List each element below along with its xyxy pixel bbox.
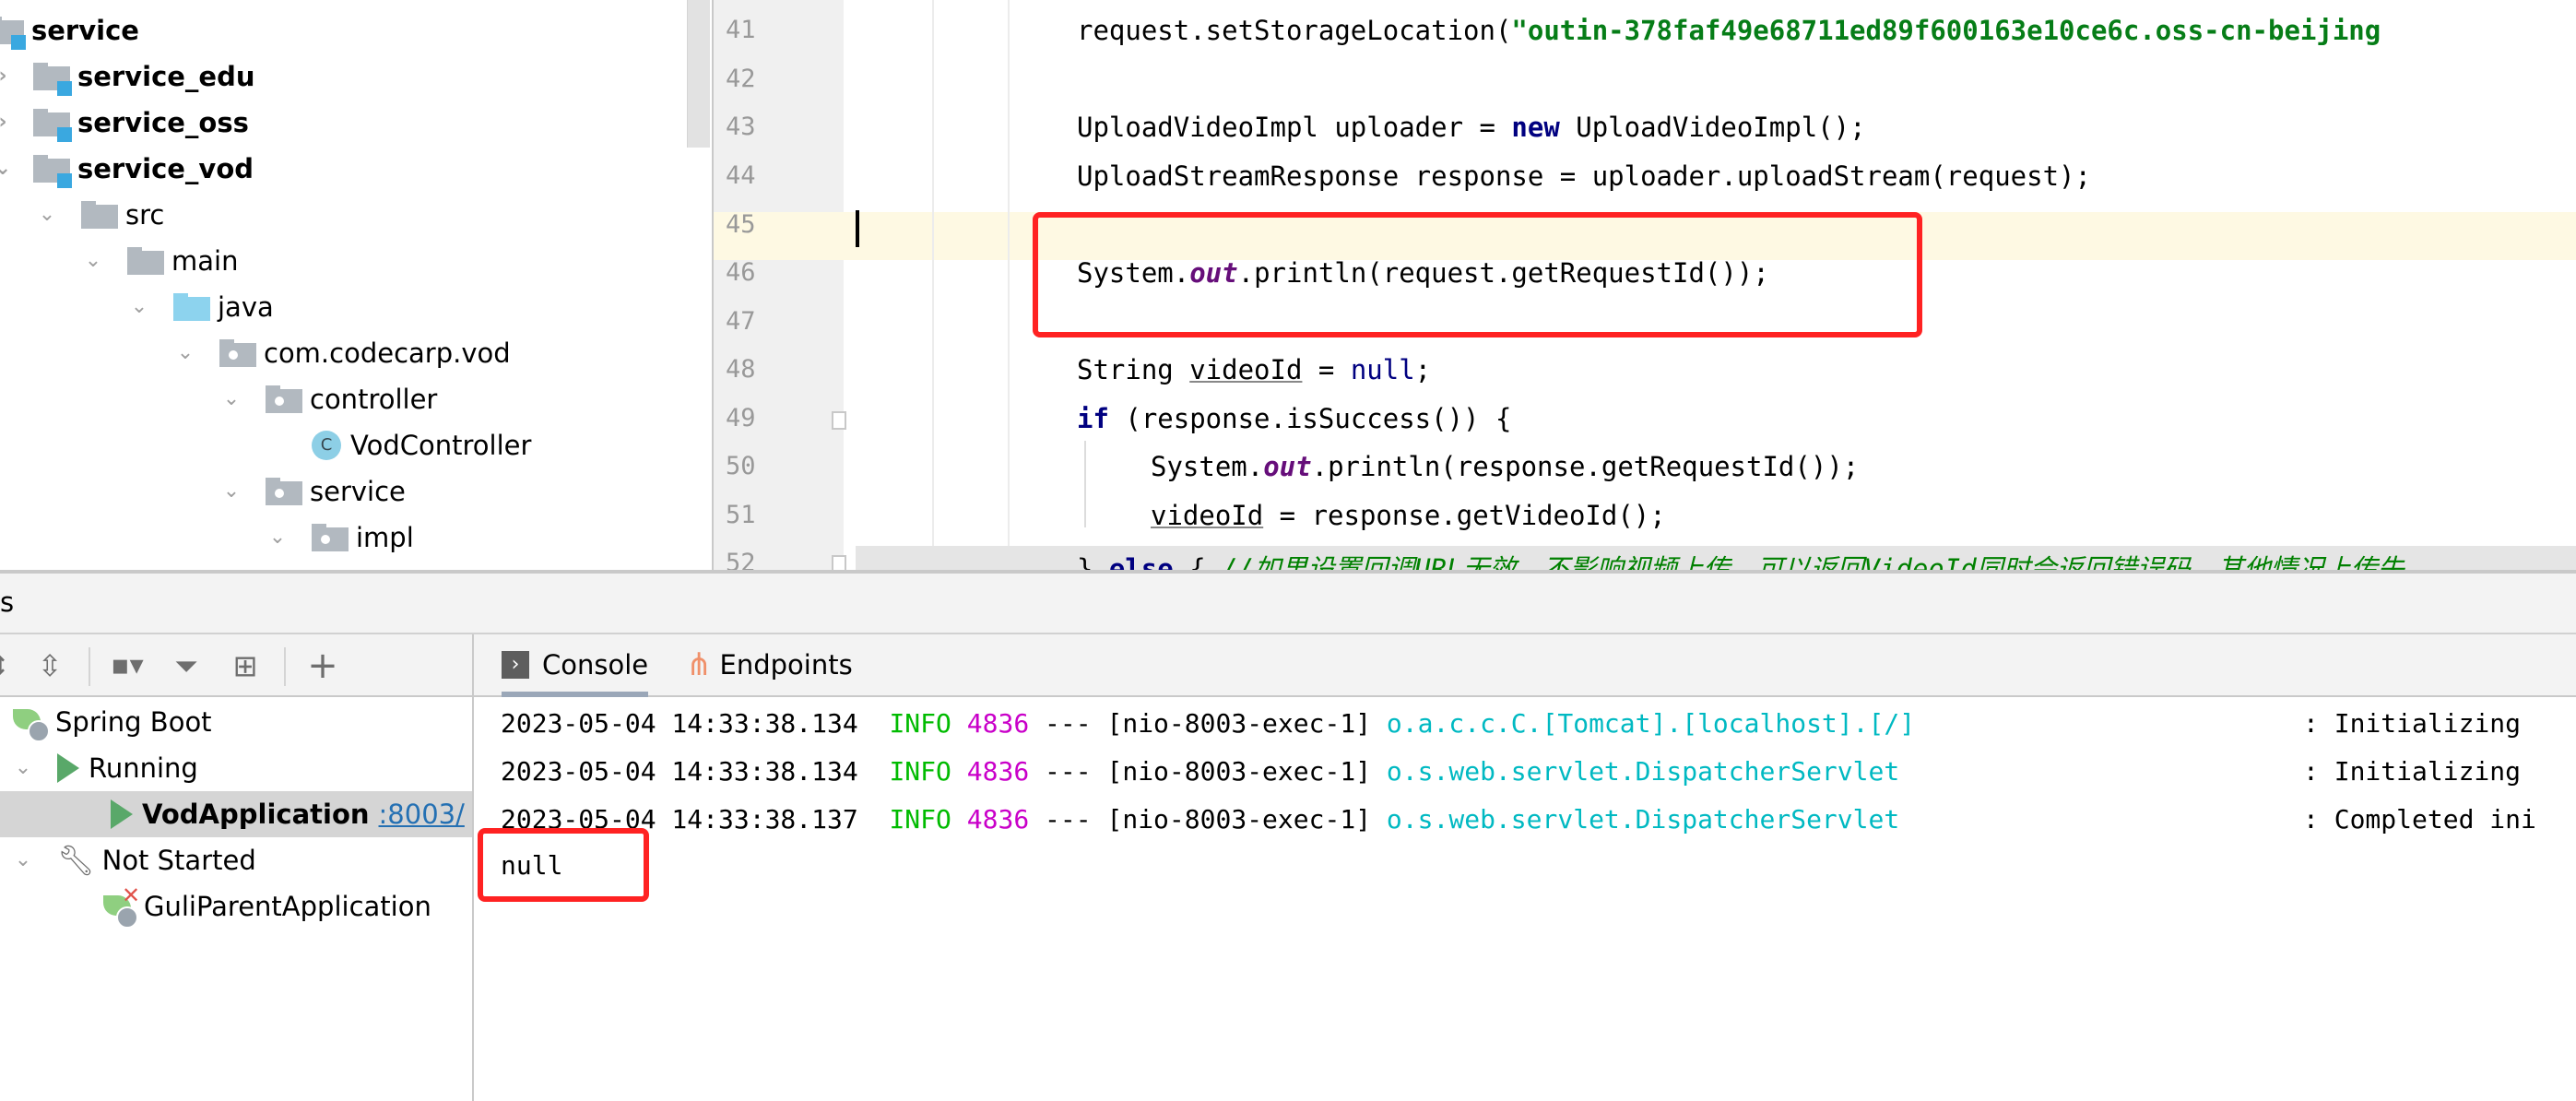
line-number: 44 [726, 161, 756, 190]
console-log-line: 2023-05-04 14:33:38.134 INFO 4836 --- [n… [501, 708, 1916, 739]
service-vod-application[interactable]: VodApplication :8003/ [0, 791, 472, 837]
chevron-down-icon[interactable]: ⌄ [267, 527, 288, 548]
module-folder-icon [33, 155, 72, 188]
code-line-41: request.setStorageLocation("outin-378faf… [1077, 15, 2381, 46]
chevron-down-icon[interactable]: ⌄ [175, 343, 195, 363]
folder-icon [81, 201, 118, 229]
add-icon[interactable]: + [304, 647, 341, 684]
running-icon [57, 753, 79, 783]
indent-guide [932, 0, 934, 572]
package-icon [219, 339, 256, 367]
source-folder-icon [173, 293, 210, 321]
line-number: 45 [726, 210, 756, 239]
java-class-icon: C [312, 431, 341, 460]
line-number: 49 [726, 404, 756, 432]
tree-item-service-edu[interactable]: › service_edu [0, 53, 255, 100]
line-number: 41 [726, 16, 756, 44]
tree-item-service-oss[interactable]: › service_oss [0, 100, 249, 146]
services-tool-window-header: s [0, 574, 2576, 634]
chevron-down-icon[interactable]: ⌄ [13, 850, 33, 870]
console-log-message: : Completed ini [2303, 804, 2536, 835]
code-line-50: System.out.println(response.getRequestId… [1151, 451, 1860, 482]
tab-console[interactable]: › Console [502, 634, 649, 697]
tree-item-service-vod[interactable]: ⌄ service_vod [0, 146, 254, 192]
tree-item-java[interactable]: ⌄ java [129, 284, 274, 330]
console-log-message: : Initializing [2303, 756, 2522, 787]
tree-item-vodcontroller[interactable]: C VodController [312, 422, 531, 468]
tree-item-controller[interactable]: ⌄ controller [221, 376, 438, 422]
chevron-down-icon[interactable]: ⌄ [221, 481, 242, 502]
console-icon: › [502, 651, 529, 679]
package-icon [312, 524, 349, 551]
tool-window-title: s [0, 586, 15, 618]
service-group-not-started[interactable]: ⌄ 🔧︎ Not Started [13, 837, 256, 883]
port-link[interactable]: :8003/ [379, 799, 465, 830]
annotation-box-output [478, 828, 649, 902]
line-number: 43 [726, 112, 756, 141]
running-icon [111, 799, 133, 829]
spring-boot-icon [13, 705, 50, 742]
group-by-icon[interactable]: ▪▾ [109, 647, 146, 684]
line-number: 48 [726, 355, 756, 384]
tree-item-service-pkg[interactable]: ⌄ service [221, 468, 406, 515]
tree-scrollbar[interactable] [687, 0, 710, 148]
package-icon [266, 478, 302, 505]
module-folder-icon [33, 109, 72, 142]
indent-guide [1008, 0, 1010, 572]
block-guide [1084, 441, 1086, 527]
services-tabs: › Console ⋔ Endpoints [474, 634, 2576, 697]
module-folder-icon [33, 63, 72, 96]
code-line-44: UploadStreamResponse response = uploader… [1077, 160, 2091, 192]
services-toolbar: ⇕ ⇳ ▪▾ ⏷ ⊞ + [0, 634, 472, 697]
tree-item-main[interactable]: ⌄ main [83, 238, 239, 284]
endpoints-icon: ⋔ [686, 646, 713, 683]
collapse-all-icon[interactable]: ⇳ [31, 647, 68, 684]
tree-item-package-vod[interactable]: ⌄ com.codecarp.vod [175, 330, 511, 376]
chevron-down-icon[interactable]: ⌄ [13, 758, 33, 778]
line-number: 47 [726, 307, 756, 336]
service-group-running[interactable]: ⌄ Running [13, 745, 198, 791]
filter-icon[interactable]: ⏷ [168, 647, 205, 684]
tab-endpoints[interactable]: ⋔ Endpoints [686, 634, 853, 695]
text-caret [856, 210, 859, 247]
spring-boot-not-started-icon: ✕ [103, 882, 140, 929]
code-line-43: UploadVideoImpl uploader = new UploadVid… [1077, 112, 1866, 143]
chevron-down-icon[interactable]: ⌄ [0, 159, 13, 179]
console-log-line: 2023-05-04 14:33:38.137 INFO 4836 --- [n… [501, 804, 1900, 835]
new-service-icon[interactable]: ⊞ [227, 647, 264, 684]
tree-item-impl[interactable]: ⌄ impl [267, 515, 414, 561]
chevron-right-icon[interactable]: › [0, 66, 13, 87]
chevron-down-icon[interactable]: ⌄ [37, 205, 57, 225]
project-tree: service › service_edu › service_oss ⌄ se… [0, 0, 712, 572]
annotation-box-code [1033, 212, 1922, 337]
code-line-49: if (response.isSuccess()) { [1077, 403, 1512, 434]
chevron-down-icon[interactable]: ⌄ [83, 251, 103, 271]
tree-item-src[interactable]: ⌄ src [37, 192, 165, 238]
console-log-line: 2023-05-04 14:33:38.134 INFO 4836 --- [n… [501, 756, 1900, 787]
line-number: 50 [726, 452, 756, 480]
chevron-down-icon[interactable]: ⌄ [129, 297, 149, 317]
chevron-right-icon[interactable]: › [0, 112, 13, 133]
line-number: 42 [726, 65, 756, 93]
folder-icon [127, 247, 164, 275]
code-line-48: String videoId = null; [1077, 354, 1432, 385]
tree-item-service[interactable]: service [0, 7, 139, 53]
expand-all-icon[interactable]: ⇕ [0, 647, 17, 684]
line-number: 51 [726, 501, 756, 529]
wrench-icon: 🔧︎ [57, 843, 95, 878]
code-line-51: videoId = response.getVideoId(); [1151, 500, 1666, 531]
toolbar-separator [89, 647, 90, 686]
module-folder-icon [0, 17, 26, 50]
fold-marker-icon[interactable] [832, 411, 846, 430]
service-group-spring-boot[interactable]: Spring Boot [13, 699, 212, 745]
line-number: 46 [726, 258, 756, 287]
service-guli-parent-application[interactable]: ✕ GuliParentApplication [103, 882, 431, 929]
toolbar-separator [284, 647, 286, 686]
package-icon [266, 385, 302, 413]
console-log-message: : Initializing [2303, 708, 2522, 739]
chevron-down-icon[interactable]: ⌄ [221, 389, 242, 409]
